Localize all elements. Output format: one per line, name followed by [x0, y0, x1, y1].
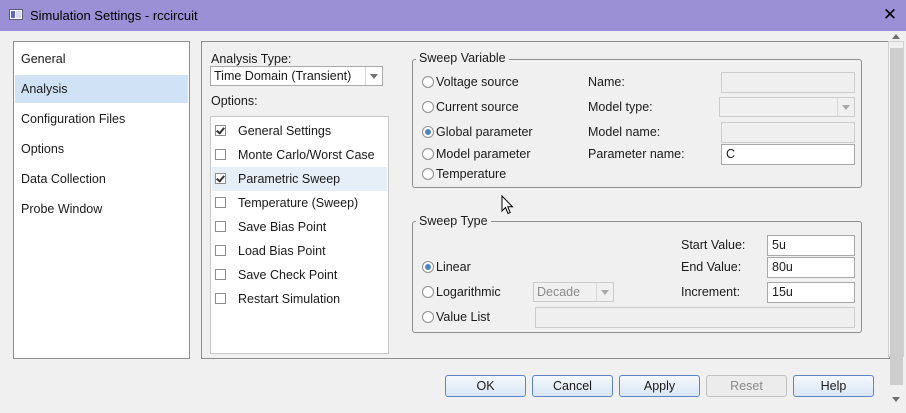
name-field[interactable] — [721, 72, 855, 93]
option-label: Parametric Sweep — [238, 172, 341, 186]
analysis-type-value: Time Domain (Transient) — [214, 69, 352, 83]
nav-item-label: Data Collection — [21, 172, 106, 186]
nav-item-label: General — [21, 52, 66, 66]
radio-label: Voltage source — [436, 75, 519, 89]
parameter-name-input[interactable]: C — [721, 144, 855, 165]
nav-item-options[interactable]: Options — [15, 135, 188, 163]
increment-label: Increment: — [681, 285, 741, 299]
radio-label: Value List — [436, 310, 490, 324]
radio-value-list[interactable] — [422, 311, 434, 323]
cancel-button[interactable]: Cancel — [532, 375, 613, 397]
checkbox[interactable] — [215, 125, 226, 136]
option-label: Restart Simulation — [238, 292, 341, 306]
start-value-input[interactable]: 5u — [767, 235, 855, 256]
nav-item-general[interactable]: General — [15, 45, 188, 73]
options-label: Options: — [211, 94, 258, 108]
radio-label: Model parameter — [436, 147, 531, 161]
nav-item-label: Configuration Files — [21, 112, 126, 126]
radio-model-parameter[interactable] — [422, 148, 434, 160]
model-name-field[interactable] — [721, 122, 855, 143]
window-title: Simulation Settings - rccircuit — [30, 8, 198, 23]
option-label: General Settings — [238, 124, 332, 138]
start-value-label: Start Value: — [681, 238, 746, 252]
checkbox[interactable] — [215, 293, 226, 304]
analysis-type-label: Analysis Type: — [211, 52, 292, 66]
radio-global-parameter[interactable] — [422, 126, 434, 138]
parameter-name-label: Parameter name: — [588, 147, 685, 161]
increment-input[interactable]: 15u — [767, 282, 855, 303]
chevron-down-icon[interactable] — [596, 283, 613, 301]
model-type-label: Model type: — [588, 100, 653, 114]
sweep-type-title: Sweep Type — [416, 214, 491, 228]
checkbox[interactable] — [215, 149, 226, 160]
options-list: General Settings Monte Carlo/Worst Case … — [210, 116, 389, 354]
end-value-input[interactable]: 80u — [767, 257, 855, 278]
checkbox[interactable] — [215, 269, 226, 280]
apply-button[interactable]: Apply — [619, 375, 700, 397]
option-temperature-sweep[interactable]: Temperature (Sweep) — [212, 191, 387, 215]
model-type-select[interactable] — [719, 97, 855, 117]
nav-item-analysis[interactable]: Analysis — [15, 75, 188, 103]
end-value-label: End Value: — [681, 260, 742, 274]
option-parametric-sweep[interactable]: Parametric Sweep — [212, 167, 387, 191]
scroll-up-arrow-icon[interactable] — [892, 34, 900, 39]
radio-logarithmic[interactable] — [422, 286, 434, 298]
settings-nav: General Analysis Configuration Files Opt… — [13, 41, 190, 359]
nav-item-data-collection[interactable]: Data Collection — [15, 165, 188, 193]
log-scale-value: Decade — [537, 285, 581, 299]
scrollbar-thumb[interactable] — [890, 48, 903, 385]
mouse-cursor-icon — [501, 195, 514, 215]
log-scale-select[interactable]: Decade — [533, 282, 614, 302]
name-label: Name: — [588, 75, 625, 89]
value-list-field[interactable] — [535, 307, 855, 328]
chevron-down-icon[interactable] — [365, 67, 382, 85]
ok-button[interactable]: OK — [445, 375, 526, 397]
reset-button[interactable]: Reset — [706, 375, 787, 397]
option-label: Save Check Point — [238, 268, 338, 282]
option-restart-simulation[interactable]: Restart Simulation — [212, 287, 387, 311]
simulation-settings-dialog: Simulation Settings - rccircuit ✕ Genera… — [0, 0, 906, 413]
nav-item-label: Analysis — [21, 82, 68, 96]
option-save-check-point[interactable]: Save Check Point — [212, 263, 387, 287]
radio-label: Current source — [436, 100, 519, 114]
radio-label: Logarithmic — [436, 285, 501, 299]
scroll-down-arrow-icon[interactable] — [892, 397, 900, 402]
option-load-bias-point[interactable]: Load Bias Point — [212, 239, 387, 263]
radio-label: Temperature — [436, 167, 507, 181]
option-label: Save Bias Point — [238, 220, 327, 234]
radio-temperature[interactable] — [422, 168, 434, 180]
nav-item-label: Options — [21, 142, 65, 156]
option-label: Load Bias Point — [238, 244, 326, 258]
help-button[interactable]: Help — [793, 375, 874, 397]
nav-item-probe-window[interactable]: Probe Window — [15, 195, 188, 223]
analysis-type-select[interactable]: Time Domain (Transient) — [210, 66, 383, 86]
radio-label: Global parameter — [436, 125, 533, 139]
radio-linear[interactable] — [422, 261, 434, 273]
option-label: Monte Carlo/Worst Case — [238, 148, 375, 162]
radio-current-source[interactable] — [422, 101, 434, 113]
radio-voltage-source[interactable] — [422, 76, 434, 88]
nav-item-label: Probe Window — [21, 202, 103, 216]
option-general-settings[interactable]: General Settings — [212, 119, 387, 143]
checkbox[interactable] — [215, 245, 226, 256]
chevron-down-icon[interactable] — [837, 98, 854, 116]
model-name-label: Model name: — [588, 125, 661, 139]
app-icon — [9, 9, 23, 20]
checkbox[interactable] — [215, 197, 226, 208]
option-monte-carlo[interactable]: Monte Carlo/Worst Case — [212, 143, 387, 167]
checkbox[interactable] — [215, 221, 226, 232]
radio-label: Linear — [436, 260, 471, 274]
close-icon[interactable]: ✕ — [878, 4, 902, 26]
sweep-variable-title: Sweep Variable — [416, 51, 509, 65]
option-label: Temperature (Sweep) — [238, 196, 359, 210]
nav-item-configuration-files[interactable]: Configuration Files — [15, 105, 188, 133]
option-save-bias-point[interactable]: Save Bias Point — [212, 215, 387, 239]
checkbox[interactable] — [215, 173, 226, 184]
